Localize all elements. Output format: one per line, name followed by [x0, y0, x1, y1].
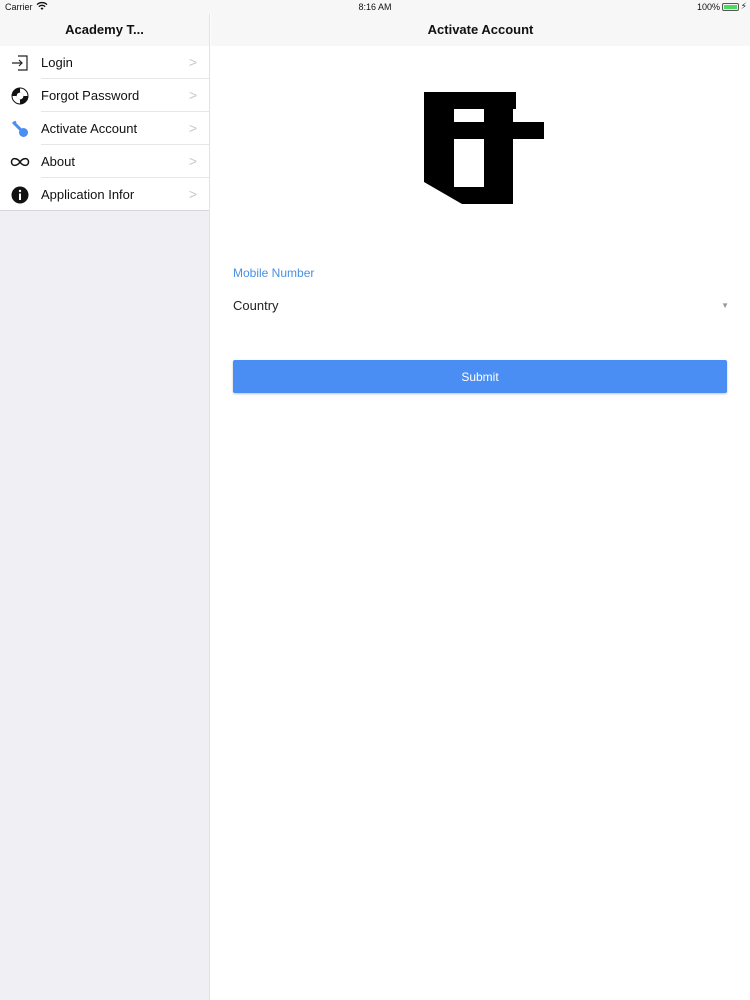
clock: 8:16 AM	[358, 2, 392, 12]
charging-icon: ⚡	[740, 1, 747, 11]
status-bar: Carrier 8:16 AM 100% ⚡	[0, 0, 750, 14]
info-icon	[10, 185, 30, 205]
chevron-right-icon: >	[188, 87, 197, 103]
sidebar: Academy T... Login > Forgot Password > A…	[0, 14, 210, 1000]
sidebar-item-label: Login	[41, 55, 73, 70]
sidebar-item-label: Activate Account	[41, 121, 138, 136]
caret-down-icon: ▼	[721, 301, 729, 310]
infinity-icon	[10, 152, 30, 172]
country-select[interactable]: Country ▼	[233, 298, 729, 320]
sidebar-item-forgot-password[interactable]: Forgot Password >	[0, 79, 209, 112]
battery-percent: 100%	[696, 2, 720, 12]
sidebar-title: Academy T...	[0, 14, 209, 46]
divider	[0, 210, 209, 211]
chevron-right-icon: >	[188, 153, 197, 169]
submit-button[interactable]: Submit	[233, 360, 727, 393]
sidebar-menu: Login > Forgot Password > Activate Accou…	[0, 46, 209, 211]
sidebar-item-activate-account[interactable]: Activate Account >	[0, 112, 209, 145]
main-panel: Activate Account Mobile Number Country ▼…	[211, 14, 750, 1000]
chevron-right-icon: >	[188, 120, 197, 136]
lifebuoy-icon	[10, 86, 30, 106]
sidebar-item-about[interactable]: About >	[0, 145, 209, 178]
chevron-right-icon: >	[188, 186, 197, 202]
country-select-value: Country	[233, 298, 279, 313]
sidebar-item-application-info[interactable]: Application Infor >	[0, 178, 209, 211]
app-logo	[424, 92, 545, 205]
sidebar-item-login[interactable]: Login >	[0, 46, 209, 79]
mobile-number-label: Mobile Number	[233, 266, 315, 280]
page-title: Activate Account	[211, 14, 750, 46]
key-icon	[10, 119, 30, 139]
sidebar-item-label: Application Infor	[41, 187, 135, 202]
chevron-right-icon: >	[188, 54, 197, 70]
sidebar-item-label: Forgot Password	[41, 88, 140, 103]
sidebar-item-label: About	[41, 154, 75, 169]
login-icon	[10, 53, 30, 73]
battery-icon	[722, 3, 739, 11]
